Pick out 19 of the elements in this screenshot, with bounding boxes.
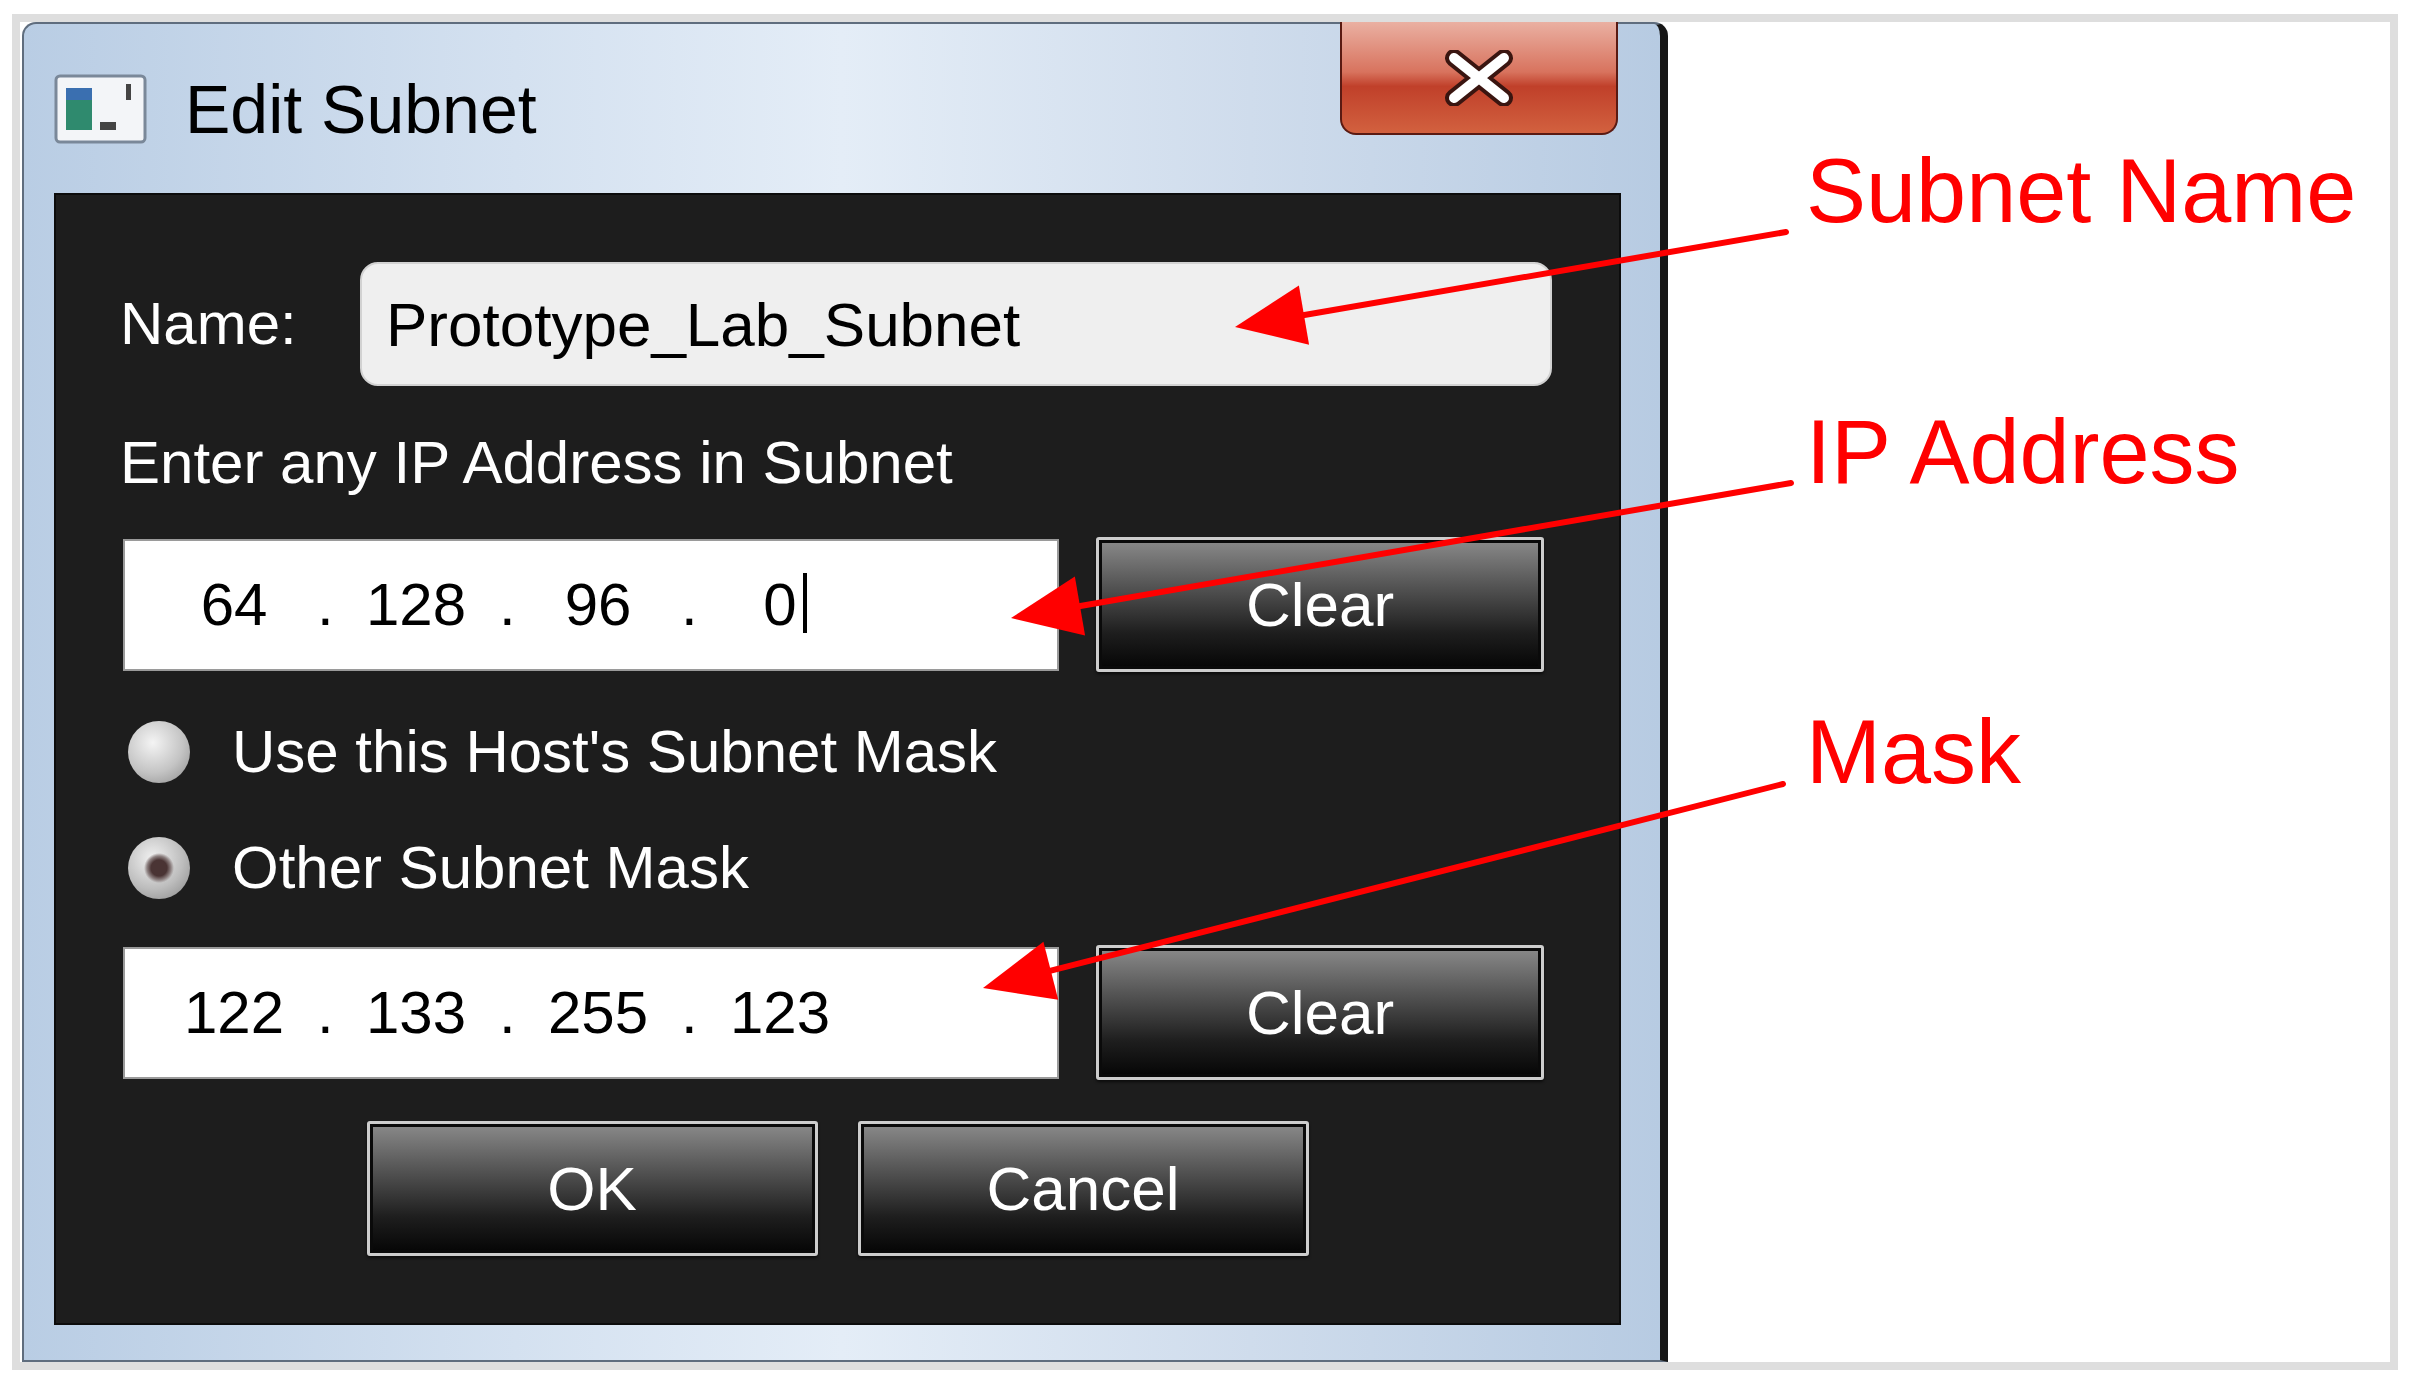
- annotation-label: Mask: [1806, 702, 2022, 802]
- field-label: Name:: [120, 289, 298, 359]
- annotation-label: IP Address: [1806, 402, 2240, 502]
- radio-label: Use this Host's Subnet Mask: [232, 717, 998, 787]
- clear-button[interactable]: Clear: [1096, 945, 1544, 1080]
- name-field[interactable]: Prototype_Lab_Subnet: [360, 262, 1552, 386]
- close-button[interactable]: [1340, 22, 1618, 135]
- radio-label: Other Subnet Mask: [232, 833, 749, 903]
- annotation-label: Subnet Name: [1806, 141, 2357, 241]
- window-title: Edit Subnet: [185, 69, 537, 149]
- text-cursor-icon: [802, 573, 807, 633]
- subnet-mask-field[interactable]: 122 . 133 . 255 . 123: [123, 946, 1059, 1079]
- ip-address-field[interactable]: 64 . 128 . 96 . 0: [123, 538, 1059, 671]
- ok-button[interactable]: OK: [366, 1121, 818, 1256]
- close-icon: [1444, 49, 1514, 106]
- app-icon: [54, 73, 147, 144]
- clear-button[interactable]: Clear: [1096, 537, 1544, 672]
- cancel-button[interactable]: Cancel: [857, 1121, 1309, 1256]
- section-label: Enter any IP Address in Subnet: [120, 428, 953, 498]
